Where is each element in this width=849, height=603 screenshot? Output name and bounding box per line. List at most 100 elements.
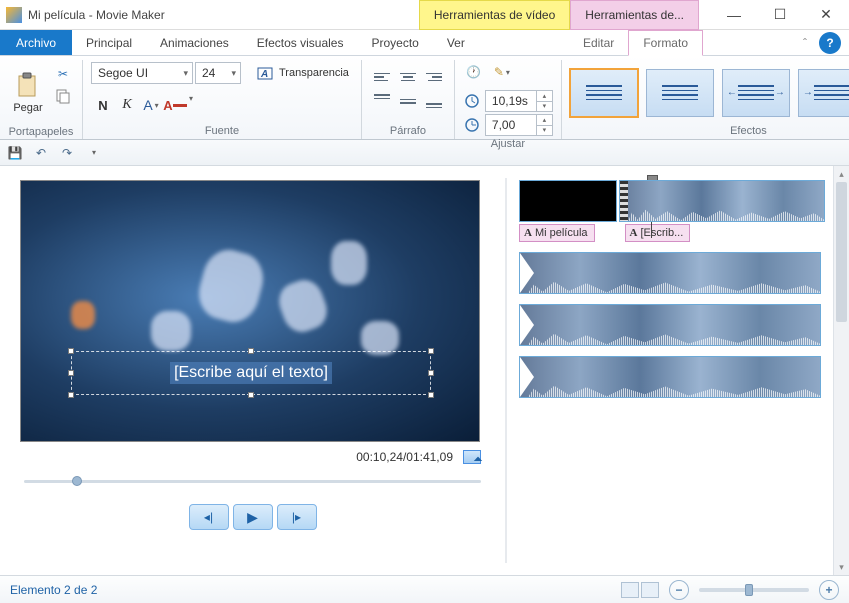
zoom-thumb[interactable] (745, 584, 753, 596)
timeline-pane: AMi película A[Escrib... ▴▾ (507, 166, 849, 575)
clock-back-icon: 🕐 (466, 65, 481, 79)
seek-bar[interactable] (24, 474, 481, 488)
fullscreen-icon (474, 457, 482, 465)
close-button[interactable]: ✕ (803, 0, 849, 30)
tab-visual-effects[interactable]: Efectos visuales (243, 30, 358, 55)
prev-frame-icon: ◂| (204, 510, 213, 524)
tab-project[interactable]: Proyecto (357, 30, 432, 55)
status-bar: Elemento 2 de 2 − + (0, 575, 849, 603)
video-clip-3[interactable] (519, 304, 821, 346)
fullscreen-button[interactable] (463, 450, 481, 464)
preview-pane: [Escribe aquí el texto] 00:10,24/01:41,0… (0, 166, 505, 575)
effect-scroll-center[interactable] (646, 69, 714, 117)
align-middle-button[interactable] (396, 90, 420, 112)
save-icon: 💾 (8, 146, 23, 160)
effect-fly-in-right[interactable]: →← (798, 69, 849, 117)
video-preview[interactable]: [Escribe aquí el texto] (20, 180, 480, 442)
prev-frame-button[interactable]: ◂| (189, 504, 229, 530)
svg-text:A: A (260, 69, 268, 80)
video-clip-1[interactable] (619, 180, 825, 222)
tab-animations[interactable]: Animaciones (146, 30, 243, 55)
maximize-button[interactable]: ☐ (757, 0, 803, 30)
align-center-button[interactable] (396, 66, 420, 88)
align-top-button[interactable] (370, 90, 394, 112)
tab-view[interactable]: Ver (433, 30, 479, 55)
group-adjust: 🕐 ✎▾ 10,19s▴▾ 7,00▴▾ Ajustar (455, 60, 562, 139)
timeline-track-1[interactable]: AMi película A[Escrib... (519, 180, 849, 242)
timeline-track-4[interactable] (519, 356, 849, 398)
qat-customize[interactable]: ▾ (84, 144, 102, 162)
context-tab-video-tools[interactable]: Herramientas de vídeo (419, 0, 570, 30)
align-left-button[interactable] (370, 66, 394, 88)
font-color-button[interactable]: A (163, 94, 187, 116)
tab-home[interactable]: Principal (72, 30, 146, 55)
undo-icon: ↶ (36, 146, 46, 160)
workspace: [Escribe aquí el texto] 00:10,24/01:41,0… (0, 166, 849, 575)
next-frame-button[interactable]: |▸ (277, 504, 317, 530)
video-clip-4[interactable] (519, 356, 821, 398)
ribbon-collapse-icon[interactable]: ˆ (803, 36, 807, 50)
seek-thumb[interactable] (72, 476, 82, 486)
window-title: Mi película - Movie Maker (28, 8, 165, 22)
text-clip-label[interactable]: A[Escrib... (625, 224, 691, 242)
group-effects: ←→ →← ▴▾≡ A▾ A▾ Efectos (562, 60, 849, 139)
context-tab-text-tools[interactable]: Herramientas de... (570, 0, 699, 30)
transparency-icon: A (257, 65, 275, 81)
copy-icon (55, 88, 71, 104)
duration-input[interactable]: 7,00▴▾ (485, 114, 553, 136)
text-overlay-box[interactable]: [Escribe aquí el texto] (71, 351, 431, 395)
ribbon: Pegar ✂ Portapapeles Segoe UI 24 A Trans… (0, 56, 849, 140)
zoom-slider[interactable] (699, 588, 809, 592)
text-overlay-content[interactable]: [Escribe aquí el texto] (170, 362, 332, 384)
group-font: Segoe UI 24 A Transparencia N K A▾ A ▾ F… (83, 60, 362, 139)
quick-access-toolbar: 💾 ↶ ↷ ▾ (0, 140, 849, 166)
tab-bar: Archivo Principal Animaciones Efectos vi… (0, 30, 849, 56)
edit-text-button[interactable]: ✎▾ (491, 62, 513, 82)
effect-none[interactable] (570, 69, 638, 117)
group-paragraph: Párrafo (362, 60, 455, 139)
font-size-select[interactable]: 24 (195, 62, 241, 84)
group-clipboard: Pegar ✂ Portapapeles (0, 60, 83, 139)
tab-file[interactable]: Archivo (0, 30, 72, 55)
tab-edit[interactable]: Editar (569, 30, 628, 55)
start-time-input[interactable]: 10,19s▴▾ (485, 90, 553, 112)
align-bottom-button[interactable] (422, 90, 446, 112)
timeline-scrollbar[interactable]: ▴▾ (833, 166, 849, 575)
text-edit-icon: ✎ (494, 65, 504, 79)
font-grow-button[interactable]: A▾ (139, 94, 163, 116)
font-family-select[interactable]: Segoe UI (91, 62, 193, 84)
cut-button[interactable]: ✂ (52, 64, 74, 84)
tab-format[interactable]: Formato (628, 30, 703, 56)
status-element-count: Elemento 2 de 2 (10, 583, 97, 597)
thumbnail-size-small[interactable] (621, 582, 639, 598)
timeline-track-2[interactable] (519, 252, 849, 294)
paste-icon (14, 72, 42, 100)
title-clip-label[interactable]: AMi película (519, 224, 595, 242)
paste-button[interactable]: Pegar (8, 62, 48, 124)
save-button[interactable]: 💾 (6, 144, 24, 162)
align-right-button[interactable] (422, 66, 446, 88)
set-start-time-button[interactable]: 🕐 (463, 62, 485, 82)
undo-button[interactable]: ↶ (32, 144, 50, 162)
play-icon: ▶ (247, 509, 258, 526)
transparency-button[interactable]: A Transparencia (253, 62, 353, 84)
minimize-button[interactable]: — (711, 0, 757, 30)
zoom-in-button[interactable]: + (819, 580, 839, 600)
scissors-icon: ✂ (58, 67, 68, 81)
font-color-dropdown[interactable]: ▾ (189, 94, 193, 116)
zoom-out-button[interactable]: − (669, 580, 689, 600)
duration-icon (463, 116, 481, 134)
timeline-track-3[interactable] (519, 304, 849, 346)
bold-button[interactable]: N (91, 94, 115, 116)
next-frame-icon: |▸ (292, 510, 301, 524)
effect-fly-in-left[interactable]: ←→ (722, 69, 790, 117)
title-clip[interactable] (519, 180, 617, 222)
thumbnail-size-large[interactable] (641, 582, 659, 598)
italic-button[interactable]: K (115, 94, 139, 116)
playback-time: 00:10,24/01:41,09 (356, 450, 453, 464)
help-button[interactable]: ? (819, 32, 841, 54)
redo-button[interactable]: ↷ (58, 144, 76, 162)
play-button[interactable]: ▶ (233, 504, 273, 530)
copy-button[interactable] (52, 86, 74, 106)
video-clip-2[interactable] (519, 252, 821, 294)
